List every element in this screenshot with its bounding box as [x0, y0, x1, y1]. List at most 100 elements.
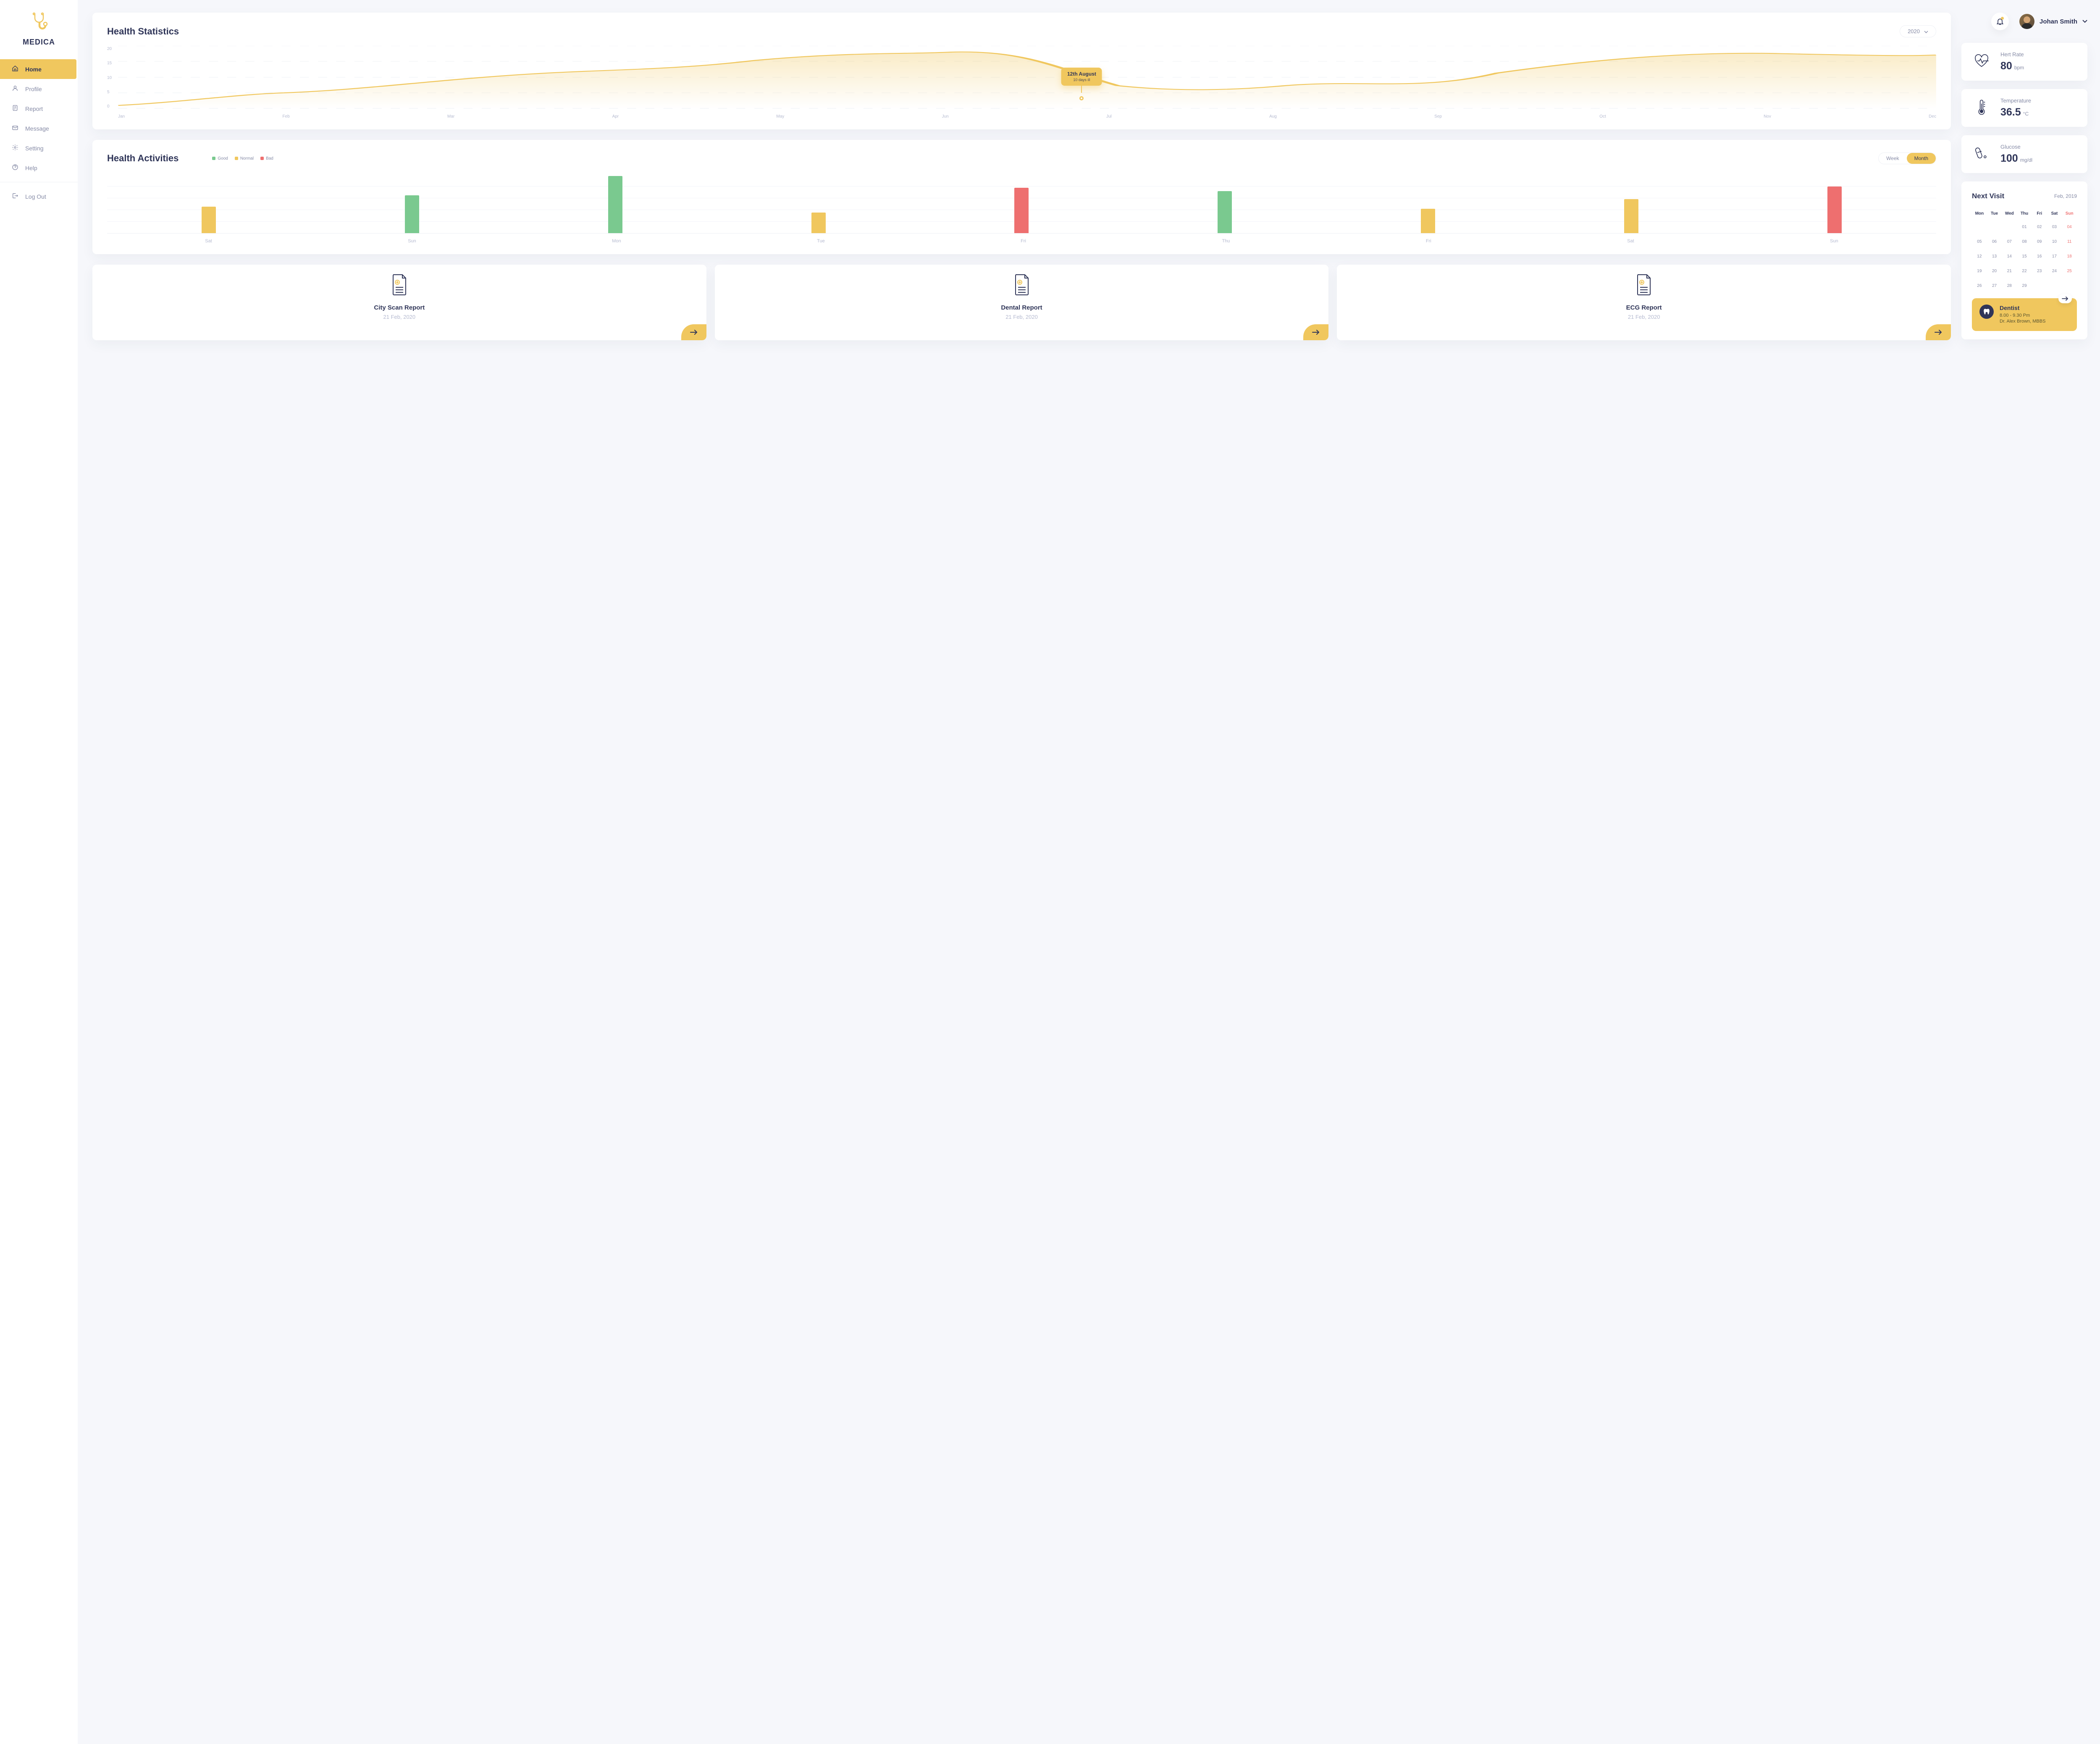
cal-day[interactable]: 02 — [2032, 221, 2047, 233]
cal-day[interactable]: 03 — [2047, 221, 2062, 233]
bar-label: Sat — [1627, 239, 1634, 244]
year-selector[interactable]: 2020 — [1900, 25, 1936, 37]
report-card-ecg[interactable]: ECG Report 21 Feb, 2020 — [1337, 265, 1951, 340]
cal-day[interactable]: 07 — [2002, 236, 2017, 248]
user-menu[interactable]: Johan Smith — [2019, 14, 2087, 29]
bar — [405, 195, 419, 233]
report-card-city-scan[interactable]: City Scan Report 21 Feb, 2020 — [92, 265, 706, 340]
cal-day[interactable]: 28 — [2002, 280, 2017, 292]
bar-label: Sat — [205, 239, 212, 244]
cal-day[interactable]: 06 — [1987, 236, 2002, 248]
bar — [1827, 186, 1842, 233]
metric-label: Glucose — [2000, 144, 2032, 150]
nav-message[interactable]: Message — [0, 118, 78, 138]
activities-title: Health Activities — [107, 153, 178, 164]
y-tick: 20 — [107, 47, 112, 51]
y-tick: 5 — [107, 90, 112, 95]
nav-report[interactable]: Report — [0, 99, 78, 118]
toggle-month[interactable]: Month — [1907, 153, 1936, 164]
avatar — [2019, 14, 2034, 29]
nav-logout[interactable]: Log Out — [0, 186, 78, 206]
metric-label: Hert Rate — [2000, 51, 2024, 58]
x-tick: Apr — [612, 114, 619, 119]
stats-x-axis: Jan Feb Mar Apr May Jun Jul Aug Sep Oct … — [118, 114, 1936, 119]
tooth-icon — [1979, 305, 1994, 319]
cal-day[interactable]: 01 — [2017, 221, 2032, 233]
arrow-right-icon — [2062, 297, 2068, 301]
metric-temperature: Temperature 36.5°C — [1961, 89, 2087, 127]
health-statistics-card: Health Statistics 2020 20 15 10 5 0 — [92, 13, 1951, 129]
cal-day[interactable]: 14 — [2002, 250, 2017, 263]
report-title: Dental Report — [723, 304, 1320, 311]
stethoscope-icon — [29, 11, 50, 34]
metric-value: 80 — [2000, 60, 2012, 72]
cal-day[interactable]: 18 — [2062, 250, 2077, 263]
cal-day[interactable]: 15 — [2017, 250, 2032, 263]
nav-help[interactable]: Help — [0, 158, 78, 178]
calendar-title: Next Visit — [1972, 192, 2004, 200]
x-tick: Mar — [447, 114, 454, 119]
cal-day[interactable]: 24 — [2047, 265, 2062, 277]
activities-bar-chart — [107, 175, 1936, 234]
nav-profile[interactable]: Profile — [0, 79, 78, 99]
cal-day[interactable]: 20 — [1987, 265, 2002, 277]
appointment-card[interactable]: Dentist 8.00 - 9.30 Pm Dr. Alex Brown, M… — [1972, 298, 2077, 331]
calendar-card: Next Visit Feb, 2019 Mon Tue Wed Thu Fri… — [1961, 181, 2087, 339]
cal-day[interactable]: 27 — [1987, 280, 2002, 292]
document-icon — [12, 105, 18, 113]
x-tick: May — [776, 114, 784, 119]
stats-chart: 12th August 10 days ill Jan Feb Mar Apr … — [118, 46, 1936, 119]
brand-name: MEDICA — [0, 38, 78, 47]
appointment-arrow-button[interactable] — [2058, 294, 2072, 303]
cal-day[interactable]: 09 — [2032, 236, 2047, 248]
calendar-grid: Mon Tue Wed Thu Fri Sat Sun 01 02 03 04 … — [1972, 209, 2077, 292]
cal-day[interactable]: 10 — [2047, 236, 2062, 248]
cal-day[interactable]: 17 — [2047, 250, 2062, 263]
cal-day[interactable]: 11 — [2062, 236, 2077, 248]
x-tick: Aug — [1269, 114, 1277, 119]
cal-day[interactable]: 26 — [1972, 280, 1987, 292]
cal-day[interactable]: 12 — [1972, 250, 1987, 263]
cal-day[interactable]: 22 — [2017, 265, 2032, 277]
cal-day[interactable]: 21 — [2002, 265, 2017, 277]
chevron-down-icon — [1924, 28, 1928, 34]
cal-day[interactable]: 04 — [2062, 221, 2077, 233]
cal-day[interactable]: 29 — [2017, 280, 2032, 292]
cal-day[interactable]: 13 — [1987, 250, 2002, 263]
sidebar: MEDICA Home Profile Report Message Setti… — [0, 0, 78, 1744]
metric-unit: mg/dl — [2020, 157, 2032, 163]
report-file-icon — [723, 274, 1320, 298]
cal-day[interactable]: 16 — [2032, 250, 2047, 263]
nav-home[interactable]: Home — [0, 59, 76, 79]
cal-day[interactable]: 23 — [2032, 265, 2047, 277]
mail-icon — [12, 124, 18, 132]
nav-label: Help — [25, 165, 37, 171]
reports-row: City Scan Report 21 Feb, 2020 Dental Rep… — [92, 265, 1951, 340]
bar-label: Sun — [408, 239, 416, 244]
report-card-dental[interactable]: Dental Report 21 Feb, 2020 — [715, 265, 1329, 340]
nav-label: Report — [25, 105, 43, 112]
bar — [608, 176, 622, 233]
nav-setting[interactable]: Setting — [0, 138, 78, 158]
bar — [1624, 199, 1638, 233]
y-tick: 0 — [107, 104, 112, 109]
cal-day[interactable]: 08 — [2017, 236, 2032, 248]
cal-day[interactable]: 05 — [1972, 236, 1987, 248]
tooltip-sub: 10 days ill — [1067, 78, 1096, 83]
bar — [1421, 209, 1435, 233]
cal-day[interactable]: 19 — [1972, 265, 1987, 277]
metric-unit: °C — [2023, 111, 2029, 117]
cal-dow: Tue — [1987, 209, 2002, 218]
toggle-week[interactable]: Week — [1879, 153, 1906, 164]
metric-heart-rate: Hert Rate 80bpm — [1961, 43, 2087, 81]
x-tick: Jan — [118, 114, 125, 119]
x-tick: Jun — [942, 114, 949, 119]
cal-day[interactable]: 25 — [2062, 265, 2077, 277]
y-tick: 15 — [107, 61, 112, 66]
bar — [1218, 191, 1232, 233]
help-icon — [12, 164, 18, 172]
notifications-button[interactable] — [1991, 13, 2009, 30]
heart-icon — [1973, 53, 1990, 71]
legend-normal: Normal — [240, 156, 254, 161]
report-title: City Scan Report — [101, 304, 698, 311]
